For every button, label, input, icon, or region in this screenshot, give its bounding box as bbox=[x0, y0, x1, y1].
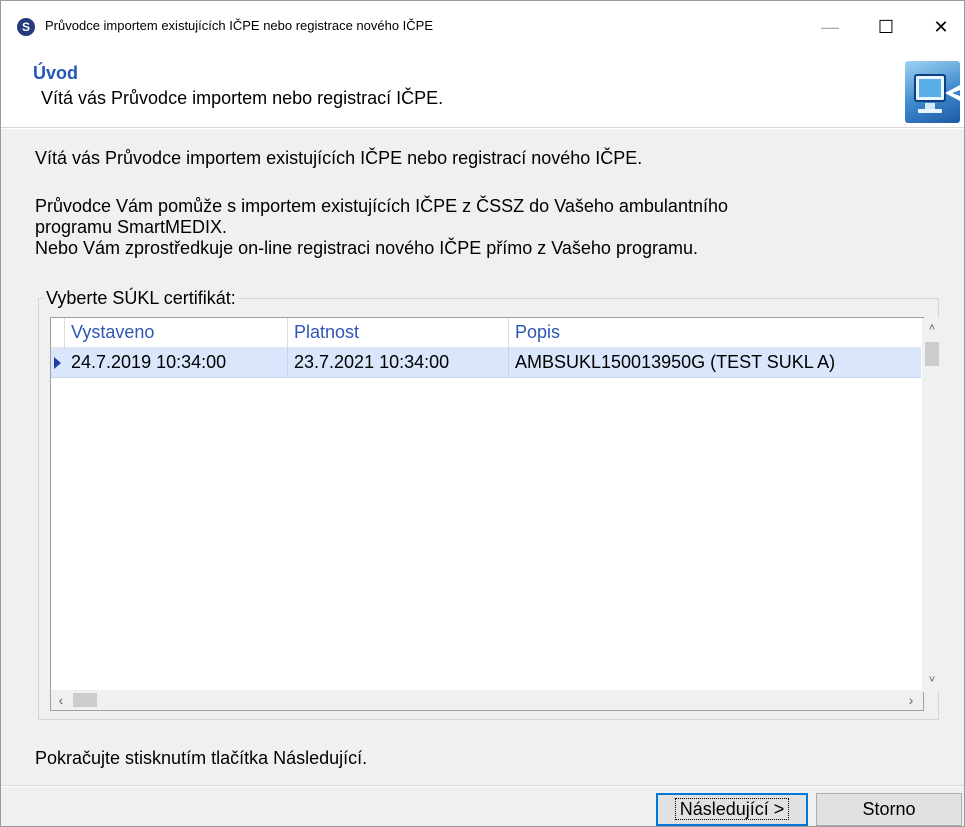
next-button-label: Následující > bbox=[674, 798, 790, 820]
maximize-button[interactable]: ☐ bbox=[863, 11, 909, 43]
table-row[interactable]: 24.7.2019 10:34:00 23.7.2021 10:34:00 AM… bbox=[51, 348, 921, 378]
page-subtitle: Vítá vás Průvodce importem nebo registra… bbox=[41, 88, 444, 108]
certificate-grid[interactable]: Vystaveno Platnost Popis 24.7.2019 10:34… bbox=[50, 317, 942, 711]
scroll-left-icon[interactable]: ‹ bbox=[51, 690, 71, 710]
next-button[interactable]: Následující > bbox=[656, 793, 808, 826]
footer-divider bbox=[1, 785, 964, 787]
welcome-text: Vítá vás Průvodce importem existujících … bbox=[35, 148, 643, 168]
description-line-1: Průvodce Vám pomůže s importem existujíc… bbox=[35, 196, 728, 216]
horizontal-scrollbar[interactable]: ‹ › bbox=[51, 690, 923, 710]
scroll-right-icon[interactable]: › bbox=[901, 690, 921, 710]
certificate-group-label: Vyberte SÚKL certifikát: bbox=[43, 288, 239, 309]
description-line-2: programu SmartMEDIX. bbox=[35, 217, 228, 237]
column-header-popis[interactable]: Popis bbox=[509, 318, 921, 347]
close-button[interactable]: ✕ bbox=[918, 11, 964, 43]
column-header-vystaveno[interactable]: Vystaveno bbox=[65, 318, 288, 347]
cancel-button[interactable]: Storno bbox=[816, 793, 962, 826]
vertical-scroll-thumb[interactable] bbox=[925, 342, 939, 366]
horizontal-scroll-thumb[interactable] bbox=[73, 693, 97, 707]
cell-popis[interactable]: AMBSUKL150013950G (TEST SUKL A) bbox=[509, 348, 921, 377]
header-divider bbox=[1, 127, 964, 129]
vertical-scrollbar[interactable]: ˄ ˅ bbox=[922, 318, 942, 692]
cell-platnost[interactable]: 23.7.2021 10:34:00 bbox=[288, 348, 509, 377]
cell-vystaveno[interactable]: 24.7.2019 10:34:00 bbox=[65, 348, 288, 377]
description-line-3: Nebo Vám zprostředkuje on-line registrac… bbox=[35, 238, 698, 258]
app-logo-icon: S bbox=[17, 18, 35, 36]
column-header-platnost[interactable]: Platnost bbox=[288, 318, 509, 347]
scroll-down-icon[interactable]: ˅ bbox=[922, 670, 942, 690]
footer-hint: Pokračujte stisknutím tlačítka Následují… bbox=[35, 748, 368, 768]
wizard-header: Úvod Vítá vás Průvodce importem nebo reg… bbox=[1, 53, 964, 127]
window-title: Průvodce importem existujících IČPE nebo… bbox=[45, 18, 434, 33]
grid-header: Vystaveno Platnost Popis bbox=[51, 318, 921, 348]
scroll-up-icon[interactable]: ˄ bbox=[922, 318, 942, 338]
page-title: Úvod bbox=[33, 63, 78, 83]
grid-header-gutter bbox=[51, 318, 65, 348]
row-indicator-icon bbox=[54, 357, 61, 369]
wizard-window: S Průvodce importem existujících IČPE ne… bbox=[0, 0, 965, 827]
title-bar: S Průvodce importem existujících IČPE ne… bbox=[1, 1, 964, 53]
minimize-button[interactable]: — bbox=[807, 11, 853, 43]
computer-arrow-icon bbox=[905, 61, 960, 123]
